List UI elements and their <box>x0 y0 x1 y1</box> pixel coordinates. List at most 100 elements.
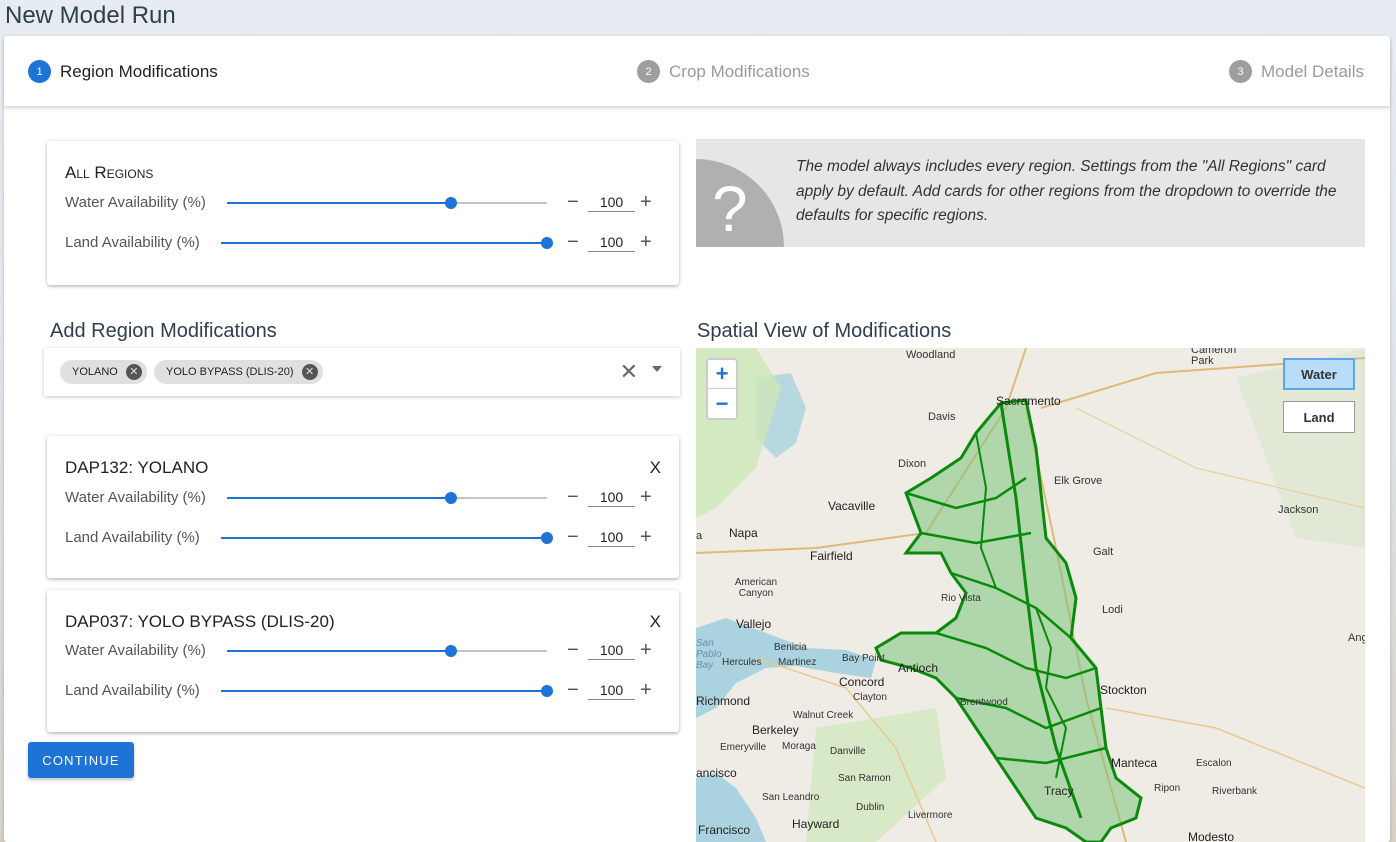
decrement-button[interactable]: − <box>567 486 579 508</box>
map-label: Martinez <box>778 657 817 668</box>
land-availability-slider[interactable] <box>221 532 553 544</box>
chevron-down-icon[interactable] <box>652 366 662 372</box>
map-label: Elk Grove <box>1054 475 1103 487</box>
chip-remove-icon[interactable]: ✕ <box>125 364 142 380</box>
map-label: ancisco <box>696 766 737 780</box>
map-label: Livermore <box>908 810 953 821</box>
water-availability-slider[interactable] <box>227 492 547 504</box>
map-label: Antioch <box>898 661 939 675</box>
map-label: Fairfield <box>810 549 853 563</box>
row-label: Water Availability (%) <box>65 642 206 659</box>
step-label: Region Modifications <box>60 61 218 81</box>
water-availability-slider[interactable] <box>227 645 547 657</box>
map-label: a <box>696 530 703 542</box>
map-label: Davis <box>928 411 956 423</box>
map-label: Stockton <box>1100 683 1147 697</box>
map-label: Vallejo <box>736 617 772 631</box>
map-label: Dublin <box>856 802 885 813</box>
map-label: Jackson <box>1278 504 1319 516</box>
map-label: Cameron Park <box>1191 348 1237 367</box>
land-availability-slider[interactable] <box>221 237 553 249</box>
zoom-out-button[interactable]: − <box>708 389 736 418</box>
decrement-button[interactable]: − <box>567 526 579 548</box>
increment-button[interactable]: + <box>640 486 652 508</box>
water-availability-row: Water Availability (%) − + <box>65 639 659 663</box>
spatial-map[interactable]: + − Water Land Woodland Sacramento Camer… <box>696 348 1365 842</box>
increment-button[interactable]: + <box>640 191 652 213</box>
increment-button[interactable]: + <box>640 526 652 548</box>
land-availability-row: Land Availability (%) − + <box>65 526 659 550</box>
row-label: Land Availability (%) <box>65 682 200 699</box>
land-availability-input[interactable] <box>588 232 635 252</box>
land-availability-input[interactable] <box>588 527 635 547</box>
map-label: Emeryville <box>720 742 767 753</box>
water-layer-button[interactable]: Water <box>1283 358 1355 390</box>
slider-thumb[interactable] <box>541 237 553 249</box>
map-label: American Canyon <box>734 577 778 599</box>
map-label: Richmond <box>696 694 751 708</box>
slider-thumb[interactable] <box>445 645 457 657</box>
land-availability-slider[interactable] <box>221 685 553 697</box>
slider-thumb[interactable] <box>445 197 457 209</box>
decrement-button[interactable]: − <box>567 639 579 661</box>
continue-button[interactable]: CONTINUE <box>28 742 134 778</box>
map-label: Woodland <box>906 349 956 361</box>
slider-thumb[interactable] <box>445 492 457 504</box>
step-crop-modifications[interactable]: 2 Crop Modifications <box>637 60 810 83</box>
decrement-button[interactable]: − <box>567 679 579 701</box>
water-availability-input[interactable] <box>588 192 635 212</box>
add-region-heading: Add Region Modifications <box>50 320 277 342</box>
remove-card-button[interactable]: X <box>650 458 661 478</box>
map-label: Riverbank <box>1212 786 1258 797</box>
water-availability-slider[interactable] <box>227 197 547 209</box>
region-chip: YOLANO ✕ <box>60 360 147 384</box>
page-title: New Model Run <box>5 2 176 29</box>
map-label: Hayward <box>792 817 840 831</box>
chip-remove-icon[interactable]: ✕ <box>301 364 318 380</box>
map-label: Tracy <box>1044 784 1074 798</box>
map-canvas <box>696 348 1365 842</box>
zoom-control: + − <box>706 358 738 420</box>
step-label: Crop Modifications <box>669 61 810 81</box>
decrement-button[interactable]: − <box>567 191 579 213</box>
land-availability-input[interactable] <box>588 680 635 700</box>
water-availability-input[interactable] <box>588 640 635 660</box>
main-panel: 1 Region Modifications 2 Crop Modificati… <box>4 36 1390 842</box>
map-label: Benicia <box>774 642 807 653</box>
increment-button[interactable]: + <box>640 679 652 701</box>
remove-card-button[interactable]: X <box>650 612 661 632</box>
row-label: Water Availability (%) <box>65 194 206 211</box>
card-title: DAP037: YOLO BYPASS (DLIS-20) <box>65 612 335 631</box>
map-label: Escalon <box>1196 758 1232 769</box>
road <box>1105 707 1365 789</box>
region-card-yolo-bypass: DAP037: YOLO BYPASS (DLIS-20) X Water Av… <box>47 590 679 732</box>
water-availability-input[interactable] <box>588 487 635 507</box>
info-text: The model always includes every region. … <box>796 158 1337 224</box>
map-label: Dixon <box>898 458 927 470</box>
map-label: Clayton <box>853 692 887 703</box>
slider-thumb[interactable] <box>541 532 553 544</box>
map-label: Ripon <box>1154 783 1181 794</box>
increment-button[interactable]: + <box>640 639 652 661</box>
step-label: Model Details <box>1261 61 1364 81</box>
map-label: Berkeley <box>752 723 799 737</box>
decrement-button[interactable]: − <box>567 231 579 253</box>
map-label: Napa <box>729 526 758 540</box>
chip-label: YOLO BYPASS (DLIS-20) <box>166 366 294 378</box>
water-availability-row: Water Availability (%) − + <box>65 486 659 510</box>
map-label: Danville <box>830 746 866 757</box>
map-label: Ang <box>1348 632 1365 644</box>
clear-all-icon[interactable]: ✕ <box>620 359 638 385</box>
row-label: Land Availability (%) <box>65 234 200 251</box>
step-model-details[interactable]: 3 Model Details <box>1229 60 1364 83</box>
zoom-in-button[interactable]: + <box>708 360 736 389</box>
step-region-modifications[interactable]: 1 Region Modifications <box>28 60 218 83</box>
water-availability-row: Water Availability (%) − + <box>65 191 659 215</box>
step-number-3: 3 <box>1229 60 1252 83</box>
all-regions-card: All Regions Water Availability (%) − + L… <box>47 141 679 285</box>
region-multiselect[interactable]: YOLANO ✕ YOLO BYPASS (DLIS-20) ✕ ✕ <box>44 348 680 396</box>
increment-button[interactable]: + <box>640 231 652 253</box>
land-layer-button[interactable]: Land <box>1283 401 1355 433</box>
slider-thumb[interactable] <box>541 685 553 697</box>
map-label: Manteca <box>1111 756 1158 770</box>
